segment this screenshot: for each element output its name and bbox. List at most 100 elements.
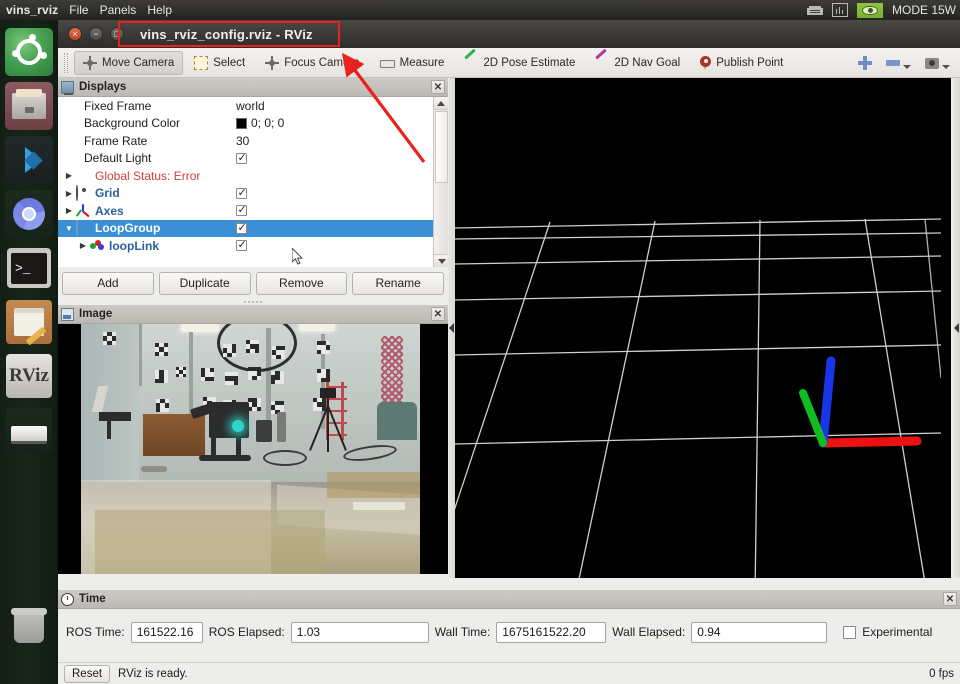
tool-move-camera[interactable]: Move Camera [74,50,184,75]
scroll-up-button[interactable] [434,97,448,110]
tool-publish-point[interactable]: Publish Point [691,51,792,75]
launcher-item-trash[interactable] [5,604,53,652]
add-button[interactable]: Add [62,271,154,295]
launcher-item-vscode[interactable] [5,136,53,184]
ros-time-input[interactable]: 161522.16 [130,621,203,643]
remove-button[interactable]: Remove [255,271,348,295]
experimental-checkbox[interactable] [843,625,857,639]
apriltag [317,341,330,354]
printer-icon[interactable] [806,3,823,17]
tool-measure[interactable]: Measure [371,51,454,75]
scene-robot-body [209,402,249,438]
tree-row-default-light[interactable]: Default Light [58,150,433,168]
displays-tree[interactable]: Fixed Frame world Background Color 0; 0;… [58,97,433,267]
launcher-item-rviz[interactable]: RViz [5,352,53,400]
tool-2d-nav-goal[interactable]: 2D Nav Goal [586,48,689,75]
expand-arrow-icon[interactable]: ▶ [62,206,76,215]
tree-row-grid[interactable]: ▶ Grid [58,185,433,203]
camera-image-view[interactable] [58,324,448,574]
launcher-item-terminal[interactable]: >_ [5,244,53,292]
chart-icon[interactable] [831,3,848,17]
menu-file[interactable]: File [69,3,88,17]
tree-row-frame-rate[interactable]: Frame Rate 30 [58,132,433,150]
image-close-icon[interactable]: ✕ [431,307,445,321]
chevron-down-icon-2[interactable] [942,64,950,69]
collapse-arrow-icon[interactable]: ▼ [62,224,76,233]
scene-robot-leg-1 [211,434,216,456]
floor-patch-4 [95,510,325,574]
experimental-toggle[interactable]: Experimental [843,625,932,639]
image-icon [61,307,74,321]
checkbox[interactable] [236,203,247,217]
checkbox[interactable] [236,221,247,234]
checkbox[interactable] [236,186,247,199]
tree-row-loopgroup[interactable]: ▼ LoopGroup [58,219,433,237]
tree-row-axes[interactable]: ▶ Axes [58,202,433,220]
close-button[interactable]: × [68,27,82,41]
apriltag [201,368,214,381]
expand-arrow-icon[interactable]: ▶ [62,171,76,180]
displays-scrollbar[interactable] [433,97,449,267]
tree-value[interactable] [236,151,247,164]
plus-icon[interactable] [858,55,872,70]
trash-icon [7,605,51,651]
minimize-button[interactable]: − [89,27,103,41]
checkbox[interactable] [236,238,247,252]
nav-goal-icon [595,48,609,70]
tree-value[interactable] [236,238,247,252]
apriltag [176,367,186,377]
launcher-item-text-editor[interactable] [5,298,53,346]
wall-time-input[interactable]: 1675161522.20 [496,621,607,643]
ros-elapsed-input[interactable]: 1.03 [290,621,429,643]
scroll-down-button[interactable] [434,254,449,267]
launcher-item-ubuntu-dash[interactable] [5,28,53,76]
window-title: vins_rviz_config.rviz - RViz [140,26,313,42]
tree-row-background-color[interactable]: Background Color 0; 0; 0 [58,115,433,133]
displays-close-icon[interactable]: ✕ [431,80,445,94]
tree-label: Background Color [84,116,181,131]
rename-button[interactable]: Rename [352,271,444,295]
minus-icon[interactable] [886,59,900,66]
scrollbar-thumb[interactable] [435,111,448,183]
pose-estimate-icon [464,48,478,70]
launcher-item-files[interactable] [5,82,53,130]
launcher-item-disk[interactable] [5,406,53,454]
nvidia-icon[interactable] [856,2,883,18]
tool-move-camera-label: Move Camera [102,56,175,69]
tree-value[interactable] [236,221,247,234]
tree-value[interactable]: 0; 0; 0 [236,116,284,130]
camera-icon[interactable] [925,57,939,69]
time-close-icon[interactable]: ✕ [943,592,957,606]
checkbox[interactable] [236,151,247,164]
tree-value[interactable]: world [236,99,265,113]
tree-value[interactable] [236,203,247,217]
tool-2d-pose-estimate[interactable]: 2D Pose Estimate [455,48,584,75]
chevron-down-icon[interactable] [903,64,911,69]
toolbar-grip[interactable] [64,52,68,73]
wall-elapsed-input[interactable]: 0.94 [691,621,828,643]
menu-help[interactable]: Help [147,3,172,17]
tree-row-global-status[interactable]: ▶ Global Status: Error [58,167,433,185]
duplicate-button[interactable]: Duplicate [158,271,251,295]
tree-row-fixed-frame[interactable]: Fixed Frame world [58,97,433,115]
left-collapse-handle[interactable] [448,78,455,578]
right-collapse-handle[interactable] [953,78,960,578]
reset-button[interactable]: Reset [64,664,111,683]
launcher-item-chromium[interactable] [5,190,53,238]
tree-label: Default Light [84,151,152,166]
tree-value[interactable] [236,186,247,199]
3d-render-view[interactable] [455,78,951,578]
menu-panels[interactable]: Panels [100,3,137,17]
displays-panel: Fixed Frame world Background Color 0; 0;… [58,97,449,267]
tool-select[interactable]: Select [185,51,254,75]
expand-arrow-icon[interactable]: ▶ [62,189,76,198]
clock-icon [61,592,74,606]
maximize-button[interactable]: □ [110,27,124,41]
image-panel-header: Image ✕ [58,305,448,324]
tree-row-looplink[interactable]: ▶ loopLink [58,237,433,255]
tool-2d-nav-goal-label: 2D Nav Goal [614,56,681,69]
terminal-icon: >_ [7,248,51,288]
expand-arrow-icon[interactable]: ▶ [76,241,90,250]
tree-value[interactable]: 30 [236,134,249,148]
tool-focus-camera[interactable]: Focus Camera [256,51,368,75]
